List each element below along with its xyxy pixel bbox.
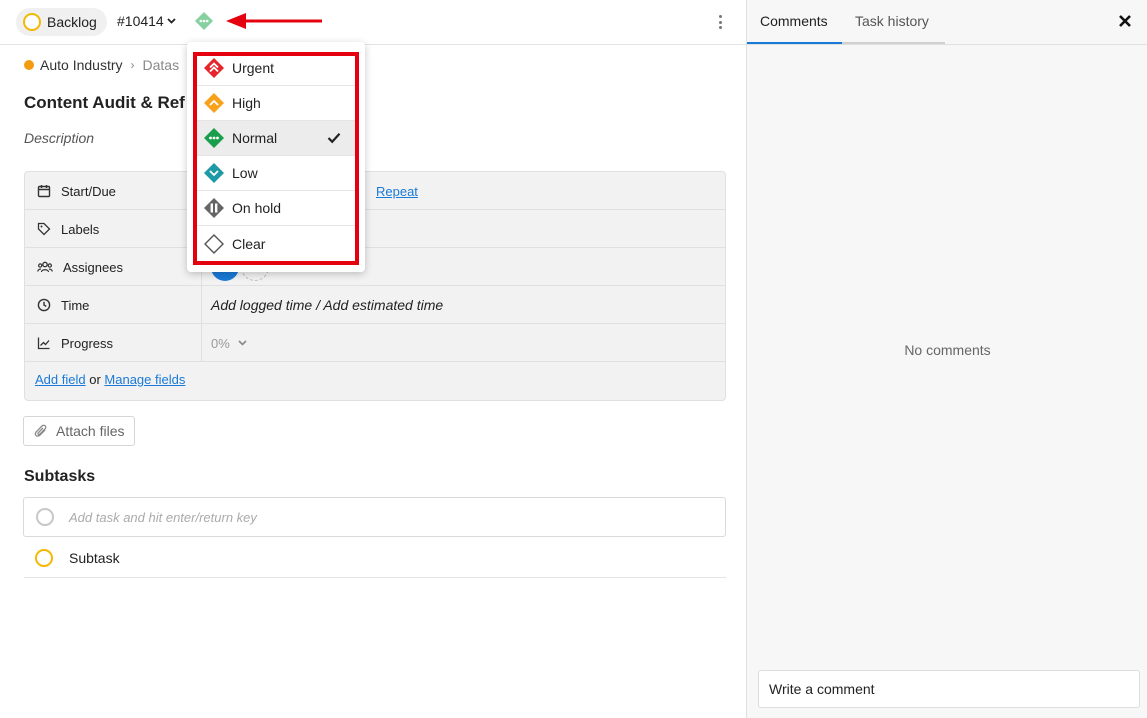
high-priority-icon	[204, 93, 224, 113]
field-label-assignees: Assignees	[63, 259, 123, 275]
task-fields-table: Start/Due Repeat Labels Assignees Time A…	[24, 171, 726, 401]
clear-priority-icon	[204, 233, 224, 254]
trend-chart-icon	[37, 337, 50, 350]
description-field[interactable]: Description	[24, 130, 94, 146]
side-panel-tabs: Comments Task history	[747, 0, 1147, 45]
low-priority-icon	[204, 163, 224, 183]
field-label-progress: Progress	[61, 335, 114, 351]
priority-label: Normal	[232, 130, 278, 146]
priority-option-high[interactable]: High	[197, 86, 355, 121]
add-subtask-placeholder: Add task and hit enter/return key	[69, 509, 257, 525]
priority-option-urgent[interactable]: Urgent	[197, 51, 355, 86]
field-label-start-due: Start/Due	[61, 183, 116, 199]
progress-dropdown[interactable]: 0%	[211, 324, 247, 362]
status-circle-icon	[23, 13, 41, 31]
attach-files-button[interactable]: Attach files	[23, 416, 136, 446]
field-row-time: Time Add logged time / Add estimated tim…	[25, 286, 725, 324]
empty-circle-icon	[36, 508, 54, 526]
priority-label: Low	[232, 165, 258, 181]
chevron-down-icon	[167, 18, 176, 24]
field-label-time: Time	[61, 297, 90, 313]
progress-value: 0%	[211, 335, 230, 351]
normal-priority-icon	[204, 128, 224, 148]
tab-task-history[interactable]: Task history	[842, 0, 945, 44]
priority-option-low[interactable]: Low	[197, 156, 355, 191]
repeat-link[interactable]: Repeat	[376, 184, 418, 199]
field-row-progress: Progress 0%	[25, 324, 725, 362]
comment-input[interactable]: Write a comment	[758, 670, 1140, 708]
time-value[interactable]: Add logged time / Add estimated time	[211, 297, 443, 313]
annotation-arrow-icon	[226, 13, 322, 29]
priority-label: High	[232, 95, 261, 111]
priority-option-clear[interactable]: Clear	[197, 226, 355, 261]
close-icon[interactable]	[1117, 13, 1133, 29]
task-id-dropdown[interactable]: #10414	[117, 13, 176, 29]
people-icon	[37, 261, 53, 273]
breadcrumb: Auto Industry › Datas	[24, 57, 179, 73]
task-title[interactable]: Content Audit & Ref	[24, 93, 185, 113]
priority-label: On hold	[232, 200, 282, 216]
task-toolbar: Backlog #10414	[0, 0, 746, 45]
tag-icon	[37, 222, 51, 236]
or-text: or	[89, 372, 101, 387]
add-field-link[interactable]: Add field	[35, 372, 86, 387]
subtasks-heading: Subtasks	[24, 468, 96, 485]
normal-priority-icon[interactable]	[194, 11, 214, 31]
task-detail-pane: Backlog #10414 Auto Industry › Datas Con…	[0, 0, 746, 718]
side-panel: Comments Task history No comments Write …	[746, 0, 1147, 718]
field-row-assignees: Assignees	[25, 248, 725, 286]
chevron-down-icon	[238, 340, 247, 346]
paperclip-icon	[34, 424, 47, 437]
priority-dropdown-menu: Urgent High Normal Low On hold Clear	[187, 42, 365, 272]
field-row-start-due: Start/Due Repeat	[25, 172, 725, 210]
on-hold-priority-icon	[204, 198, 224, 218]
attach-files-label: Attach files	[56, 423, 125, 439]
subtask-status-icon[interactable]	[35, 548, 53, 567]
subtask-label: Subtask	[69, 549, 120, 566]
add-subtask-input[interactable]: Add task and hit enter/return key	[23, 497, 726, 537]
more-options-icon[interactable]	[715, 13, 725, 31]
add-field-row: Add field or Manage fields	[35, 372, 185, 387]
urgent-priority-icon	[204, 58, 224, 78]
status-button[interactable]: Backlog	[16, 8, 107, 36]
calendar-icon	[37, 185, 51, 198]
priority-option-normal[interactable]: Normal	[197, 121, 355, 156]
checkmark-icon	[327, 133, 341, 144]
task-id-label: #10414	[117, 13, 164, 29]
priority-label: Clear	[232, 235, 266, 252]
field-row-labels: Labels	[25, 210, 725, 248]
clock-icon	[37, 298, 51, 312]
tab-comments[interactable]: Comments	[747, 0, 842, 44]
field-label-labels: Labels	[61, 221, 100, 237]
priority-label: Urgent	[232, 60, 275, 76]
empty-comments-text: No comments	[904, 342, 991, 358]
priority-option-on-hold[interactable]: On hold	[197, 191, 355, 226]
chevron-right-icon: ›	[130, 58, 135, 72]
breadcrumb-project[interactable]: Auto Industry	[40, 57, 123, 73]
subtask-item[interactable]: Subtask	[24, 538, 726, 578]
project-color-dot	[24, 60, 34, 70]
breadcrumb-section[interactable]: Datas	[143, 57, 180, 73]
manage-fields-link[interactable]: Manage fields	[104, 372, 185, 387]
status-label: Backlog	[47, 14, 97, 30]
